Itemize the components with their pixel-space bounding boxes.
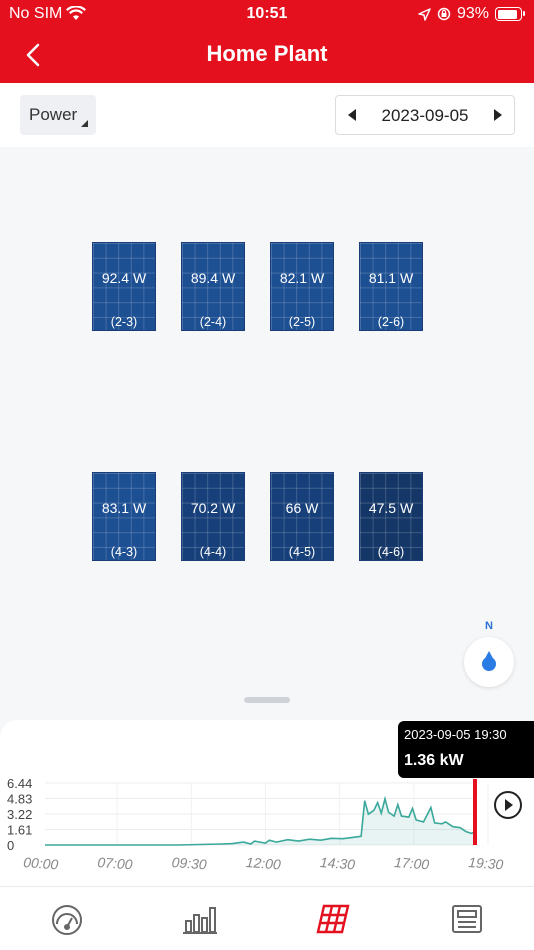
y-tick-label: 6.44 bbox=[7, 776, 32, 791]
solar-panel[interactable]: 70.2 W (4-4) bbox=[181, 472, 245, 561]
power-area bbox=[45, 798, 475, 845]
x-tick-label: 00:00 bbox=[23, 854, 59, 872]
panel-id: (2-3) bbox=[110, 315, 138, 329]
location-icon bbox=[418, 7, 431, 21]
tab-dashboard[interactable] bbox=[49, 903, 85, 935]
dropdown-corner-icon bbox=[81, 120, 88, 127]
solar-panel[interactable]: 81.1 W (2-6) bbox=[359, 242, 423, 331]
date-value: 2023-09-05 bbox=[381, 106, 469, 125]
compass-north-label: N bbox=[485, 620, 493, 632]
solar-panel[interactable]: 47.5 W (4-6) bbox=[359, 472, 423, 561]
next-day-icon[interactable] bbox=[494, 109, 502, 121]
x-tick-label: 19:30 bbox=[468, 854, 504, 872]
panel-power: 81.1 W bbox=[368, 270, 414, 286]
date-picker[interactable]: 2023-09-05 bbox=[335, 95, 515, 135]
panel-power: 70.2 W bbox=[190, 500, 236, 516]
tooltip-time: 2023-09-05 19:30 bbox=[404, 727, 507, 742]
y-tick-label: 0 bbox=[7, 838, 14, 853]
bar-chart-icon bbox=[183, 907, 217, 934]
panel-id: (2-4) bbox=[199, 315, 227, 329]
panel-power: 47.5 W bbox=[368, 500, 414, 516]
solar-panel[interactable]: 82.1 W (2-5) bbox=[270, 242, 334, 331]
play-icon[interactable] bbox=[494, 791, 522, 819]
panel-power: 66 W bbox=[285, 500, 319, 516]
y-tick-label: 1.61 bbox=[7, 823, 32, 838]
panel-id: (4-5) bbox=[288, 545, 316, 559]
sheet-drag-handle[interactable] bbox=[244, 697, 290, 703]
chart-tooltip: 2023-09-05 19:30 1.36 kW bbox=[398, 721, 534, 778]
solar-panel[interactable]: 89.4 W (2-4) bbox=[181, 242, 245, 331]
panel-power: 92.4 W bbox=[101, 270, 147, 286]
mode-dropdown[interactable]: Power bbox=[20, 95, 96, 135]
page-title: Home Plant bbox=[206, 41, 328, 66]
panel-id: (4-3) bbox=[110, 545, 138, 559]
solar-array-icon bbox=[316, 904, 350, 934]
header: Home Plant bbox=[0, 28, 534, 83]
battery-icon bbox=[495, 7, 525, 21]
solar-panel[interactable]: 92.4 W (2-3) bbox=[92, 242, 156, 331]
x-tick-label: 07:00 bbox=[97, 854, 133, 872]
x-tick-label: 17:00 bbox=[394, 854, 430, 872]
y-tick-label: 4.83 bbox=[7, 792, 32, 807]
toolbar: Power 2023-09-05 bbox=[0, 83, 534, 147]
panel-power: 89.4 W bbox=[190, 270, 236, 286]
x-tick-label: 14:30 bbox=[319, 854, 355, 872]
status-bar: No SIM 10:51 93% bbox=[0, 0, 534, 28]
gauge-icon bbox=[52, 905, 82, 935]
panel-layout[interactable]: 92.4 W (2-3) 89.4 W (2-4) 82.1 W (2-5) 8… bbox=[0, 147, 534, 720]
x-tick-label: 12:00 bbox=[245, 854, 281, 872]
document-icon bbox=[452, 905, 482, 933]
tab-statistics[interactable] bbox=[182, 903, 218, 935]
mode-label: Power bbox=[29, 105, 78, 124]
tooltip-value: 1.36 kW bbox=[404, 752, 464, 769]
panel-id: (4-4) bbox=[199, 545, 227, 559]
compass-button[interactable] bbox=[464, 637, 514, 687]
tab-news[interactable] bbox=[449, 903, 485, 935]
panel-power: 83.1 W bbox=[101, 500, 147, 516]
panel-id: (4-6) bbox=[377, 545, 405, 559]
x-tick-label: 09:30 bbox=[171, 854, 207, 872]
panel-id: (2-5) bbox=[288, 315, 316, 329]
tab-layout[interactable] bbox=[315, 903, 351, 935]
solar-panel[interactable]: 83.1 W (4-3) bbox=[92, 472, 156, 561]
y-tick-label: 3.22 bbox=[7, 807, 32, 822]
tab-bar bbox=[0, 886, 534, 950]
battery-percent: 93% bbox=[456, 5, 489, 22]
panel-power: 82.1 W bbox=[279, 270, 325, 286]
solar-panel[interactable]: 66 W (4-5) bbox=[270, 472, 334, 561]
compass-needle-icon bbox=[482, 651, 496, 671]
panel-id: (2-6) bbox=[377, 315, 405, 329]
orientation-lock-icon bbox=[437, 7, 451, 21]
